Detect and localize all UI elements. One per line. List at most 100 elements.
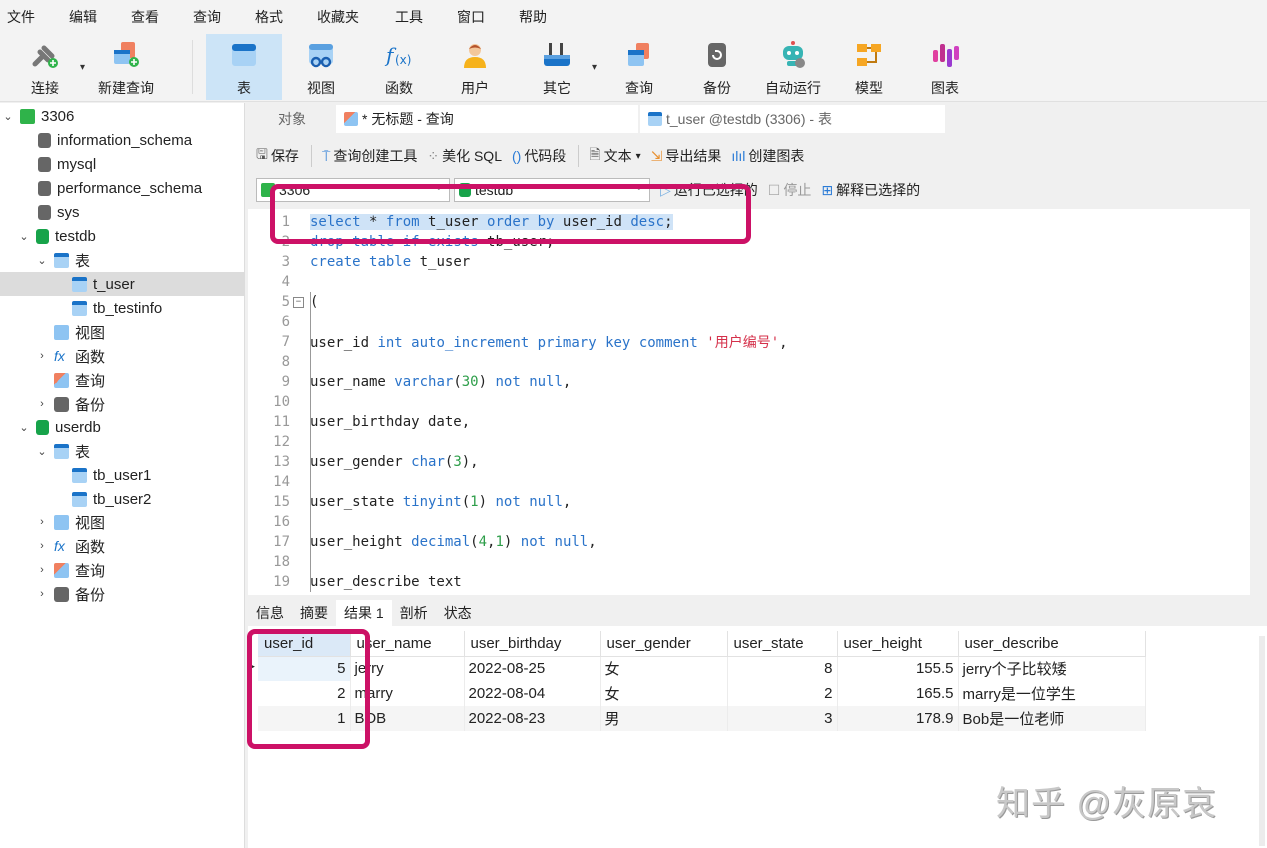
tree-db-userdb[interactable]: ⌄ userdb	[0, 415, 245, 439]
current-row-indicator-icon: ▶	[248, 661, 255, 671]
connection-icon	[261, 183, 275, 197]
tree-testdb-queries[interactable]: 查询	[0, 368, 245, 392]
column-header-user-id[interactable]: user_id	[258, 631, 351, 657]
tree-connection-3306[interactable]: ⌄ 3306	[0, 104, 245, 128]
user-button[interactable]: 用户	[448, 34, 502, 100]
column-header-user-name[interactable]: user_name	[350, 631, 465, 657]
code-line: 5−(	[281, 294, 319, 310]
column-header-user-describe[interactable]: user_describe	[958, 631, 1146, 657]
menu-view[interactable]: 查看	[131, 7, 193, 27]
code-line: 6	[281, 314, 290, 330]
other-dropdown[interactable]: ▾	[592, 62, 597, 73]
robot-icon	[783, 41, 805, 68]
tree-table-tb-user1[interactable]: tb_user1	[0, 463, 245, 487]
tree-table-tb-testinfo[interactable]: tb_testinfo	[0, 296, 245, 320]
chevron-down-icon[interactable]: ⌄	[36, 445, 48, 458]
chevron-right-icon[interactable]: ›	[36, 540, 48, 552]
table-row[interactable]: 1 BOB 2022-08-23 男 3 178.9 Bob是一位老师	[258, 706, 1146, 731]
beautify-sql-button[interactable]: ⁘ 美化 SQL	[427, 146, 502, 166]
tree-userdb-tables[interactable]: ⌄ 表	[0, 439, 245, 463]
tree-userdb-functions[interactable]: › fx 函数	[0, 534, 245, 558]
watermark: 知乎 @灰原哀	[996, 785, 1217, 823]
tree-db-performance-schema[interactable]: performance_schema	[0, 176, 245, 200]
tree-db-information-schema[interactable]: information_schema	[0, 128, 245, 152]
tab-objects[interactable]: 对象	[248, 105, 336, 133]
table-row[interactable]: 2 marry 2022-08-04 女 2 165.5 marry是一位学生	[258, 681, 1146, 706]
tab-summary[interactable]: 摘要	[292, 600, 336, 626]
query-builder-button[interactable]: ⍑ 查询创建工具	[322, 146, 417, 166]
tab-untitled-query[interactable]: * 无标题 - 查询	[336, 105, 638, 133]
menu-tools[interactable]: 工具	[395, 7, 457, 27]
other-button[interactable]: 其它	[530, 34, 584, 100]
table-button[interactable]: 表	[206, 34, 282, 100]
function-button[interactable]: f (x) 函数	[372, 34, 426, 100]
chevron-down-icon[interactable]: ⌄	[18, 230, 30, 243]
chevron-down-icon[interactable]: ⌄	[36, 254, 48, 267]
chevron-down-icon[interactable]: ⌄	[2, 110, 14, 123]
chevron-right-icon[interactable]: ›	[36, 564, 48, 576]
column-header-user-state[interactable]: user_state	[727, 631, 838, 657]
chevron-right-icon[interactable]: ›	[36, 398, 48, 410]
menu-format[interactable]: 格式	[255, 7, 317, 27]
export-result-button[interactable]: ⇲ 导出结果	[651, 146, 722, 166]
connection-select[interactable]: 3306 ⌄	[256, 178, 450, 202]
tab-status[interactable]: 状态	[436, 600, 480, 626]
fold-toggle-icon[interactable]: −	[293, 296, 304, 308]
menu-query[interactable]: 查询	[193, 7, 255, 27]
run-selected-button[interactable]: ▷ 运行已选择的	[660, 180, 758, 200]
model-button[interactable]: 模型	[842, 34, 896, 100]
create-chart-button[interactable]: ılıl 创建图表	[731, 146, 804, 166]
result-table: user_id user_name user_birthday user_gen…	[258, 631, 1146, 731]
menu-edit[interactable]: 编辑	[69, 7, 131, 27]
tree-db-testdb[interactable]: ⌄ testdb	[0, 224, 245, 248]
connect-button[interactable]: 连接	[22, 34, 68, 100]
menu-favorites[interactable]: 收藏夹	[317, 7, 395, 27]
tab-result-1[interactable]: 结果 1	[336, 600, 392, 626]
code-line: 1 select * from t_user order by user_id d…	[281, 214, 673, 230]
chevron-right-icon[interactable]: ›	[36, 588, 48, 600]
editor-scrollbar[interactable]	[1250, 209, 1258, 595]
backup-button[interactable]: 备份	[690, 34, 744, 100]
automation-button[interactable]: 自动运行	[758, 34, 828, 100]
tree-table-tb-user2[interactable]: tb_user2	[0, 487, 245, 511]
column-header-user-birthday[interactable]: user_birthday	[464, 631, 601, 657]
menu-help[interactable]: 帮助	[519, 7, 581, 27]
connect-dropdown[interactable]: ▾	[80, 62, 85, 73]
builder-icon: ⍑	[321, 147, 331, 164]
new-query-button[interactable]: 新建查询	[94, 34, 158, 100]
stop-button[interactable]: ☐ 停止	[768, 180, 812, 200]
tree-userdb-backups[interactable]: › 备份	[0, 582, 245, 606]
code-snippet-button[interactable]: () 代码段	[512, 146, 566, 166]
tree-testdb-tables[interactable]: ⌄ 表	[0, 248, 245, 272]
tree-db-mysql[interactable]: mysql	[0, 152, 245, 176]
chevron-right-icon[interactable]: ›	[36, 350, 48, 362]
tab-info[interactable]: 信息	[248, 600, 292, 626]
sql-editor[interactable]: 1 select * from t_user order by user_id d…	[248, 209, 1258, 595]
save-button[interactable]: 🖫 保存	[256, 144, 299, 168]
chevron-down-icon[interactable]: ⌄	[18, 421, 30, 434]
grid-scrollbar[interactable]	[1259, 636, 1265, 846]
tree-testdb-backups[interactable]: › 备份	[0, 392, 245, 416]
database-select[interactable]: testdb ⌄	[454, 178, 650, 202]
chevron-down-icon[interactable]: ▾	[636, 151, 641, 162]
tab-table-t-user[interactable]: t_user @testdb (3306) - 表	[640, 105, 945, 133]
tree-testdb-views[interactable]: 视图	[0, 320, 245, 344]
chart-button[interactable]: 图表	[918, 34, 972, 100]
table-row[interactable]: 5 jerry 2022-08-25 女 8 155.5 jerry个子比较矮	[258, 656, 1146, 681]
tree-userdb-queries[interactable]: › 查询	[0, 558, 245, 582]
explain-selected-button[interactable]: ⊞ 解释已选择的	[821, 180, 920, 200]
column-header-user-height[interactable]: user_height	[837, 631, 959, 657]
chevron-right-icon[interactable]: ›	[36, 516, 48, 528]
text-button[interactable]: 🗎 文本 ▾	[589, 144, 640, 168]
main-toolbar: 连接 ▾ 新建查询 表 视图 f (x) 函数 用户 其它 ▾ 查询 备份 自动运…	[0, 34, 1267, 102]
tree-userdb-views[interactable]: › 视图	[0, 510, 245, 534]
tree-testdb-functions[interactable]: › fx 函数	[0, 344, 245, 368]
tree-db-sys[interactable]: sys	[0, 200, 245, 224]
view-button[interactable]: 视图	[294, 34, 348, 100]
query-button[interactable]: 查询	[612, 34, 666, 100]
menu-window[interactable]: 窗口	[457, 7, 519, 27]
tree-table-t-user[interactable]: t_user	[0, 272, 245, 296]
menu-file[interactable]: 文件	[7, 7, 69, 27]
column-header-user-gender[interactable]: user_gender	[600, 631, 728, 657]
tab-profile[interactable]: 剖析	[392, 600, 436, 626]
